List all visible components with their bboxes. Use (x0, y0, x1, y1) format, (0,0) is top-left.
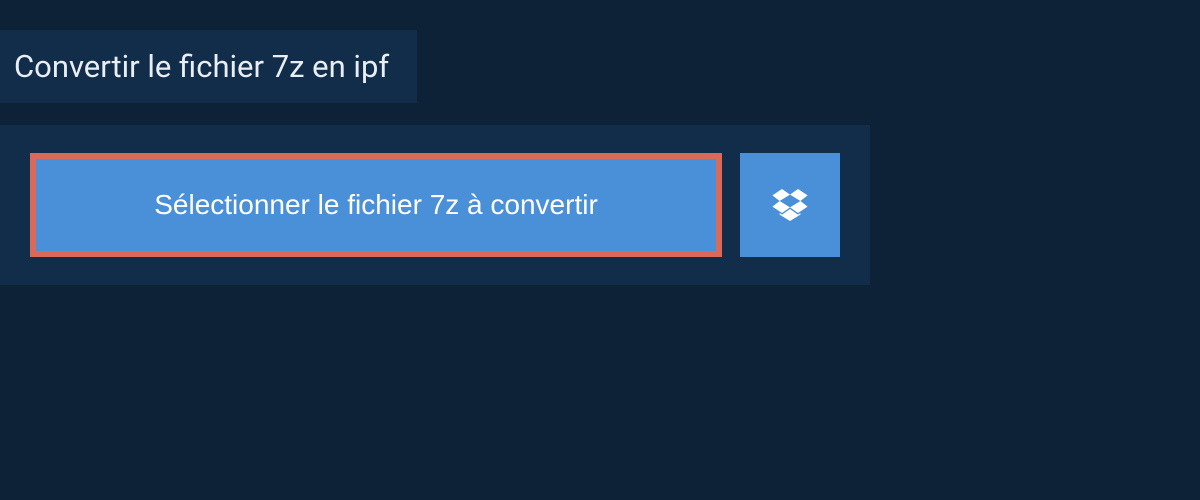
dropbox-icon (770, 185, 810, 225)
file-select-panel: Sélectionner le fichier 7z à convertir (0, 125, 870, 285)
dropbox-button[interactable] (740, 153, 840, 257)
select-file-label: Sélectionner le fichier 7z à convertir (154, 189, 598, 221)
header-bar: Convertir le fichier 7z en ipf (0, 30, 417, 103)
select-file-button[interactable]: Sélectionner le fichier 7z à convertir (30, 153, 722, 257)
page-title: Convertir le fichier 7z en ipf (14, 48, 389, 85)
